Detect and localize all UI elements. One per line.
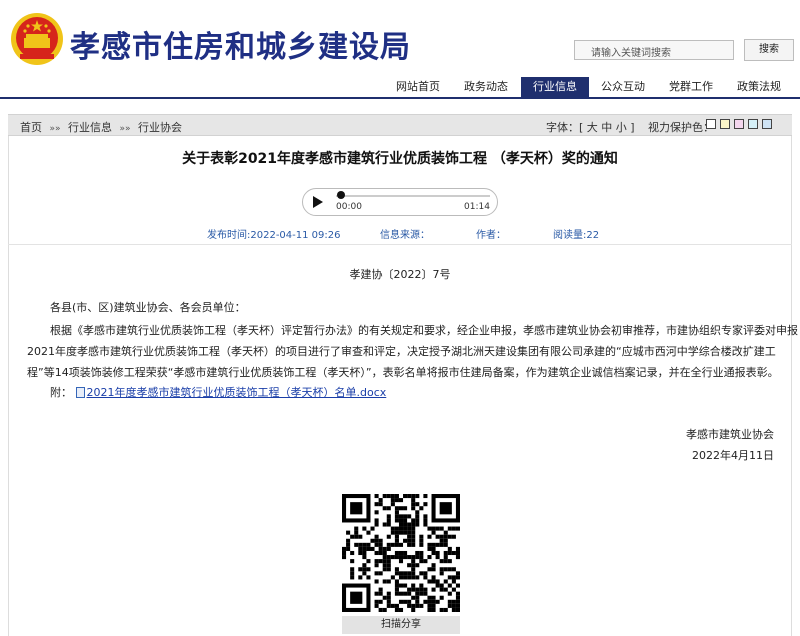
search-input[interactable]: 请输入关键词搜索 [574,40,734,60]
breadcrumb-bar: 首页 »» 行业信息 »» 行业协会 字体：[ 大 中 小 ] 视力保护色： [8,114,792,136]
vision-color-swatch[interactable] [762,119,772,129]
attachment-row: 附： 2021年度孝感市建筑行业优质装饰工程（孝天杯）名单.docx [50,384,386,400]
breadcrumb-association[interactable]: 行业协会 [138,121,182,134]
author: 作者： [476,230,506,241]
breadcrumb-separator: »» [119,124,131,134]
signature-date: 2022年4月11日 [692,449,774,462]
attachment-link[interactable]: 2021年度孝感市建筑行业优质装饰工程（孝天杯）名单.docx [87,386,387,399]
qr-code-icon [342,494,460,612]
site-title: 孝感市住房和城乡建设局 [70,30,411,65]
body-line: 2021年度孝感市建筑行业优质装饰工程（孝天杯）的项目进行了审查和评定，决定授予… [27,345,776,358]
font-size-bracket-open: [ [579,121,584,134]
nav-item-industry[interactable]: 行业信息 [521,77,589,97]
national-emblem-icon [11,13,63,65]
site-header: 孝感市住房和城乡建设局 请输入关键词搜索 搜索 [0,0,800,76]
audio-duration: 01:14 [464,202,490,212]
font-size-large[interactable]: 大 [587,121,598,134]
body-line: 程”等14项装饰装修工程荣获“孝感市建筑行业优质装饰工程（孝天杯）”，表彰名单将… [27,366,779,379]
signature-org: 孝感市建筑业协会 [686,428,774,441]
divider [8,244,792,245]
vision-color-swatch[interactable] [734,119,744,129]
info-source: 信息来源： [380,230,430,241]
vision-color-swatch[interactable] [720,119,730,129]
audio-current-time: 00:00 [336,202,362,212]
qr-share-label: 扫描分享 [342,616,460,634]
article-title: 关于表彰2021年度孝感市建筑行业优质装饰工程 （孝天杯）奖的通知 [182,151,618,167]
nav-item-home[interactable]: 网站首页 [384,77,452,97]
font-size-label: 字体： [546,121,579,134]
breadcrumb: 首页 »» 行业信息 »» 行业协会 [20,119,186,135]
body-line: 根据《孝感市建筑行业优质装饰工程（孝天杯）评定暂行办法》的有关规定和要求，经企业… [50,324,798,337]
nav-item-policy[interactable]: 政策法规 [725,77,793,97]
view-count: 阅读量:22 [553,230,600,241]
attachment-label: 附： [50,386,72,399]
document-icon [75,387,85,398]
font-size-control: 字体：[ 大 中 小 ] [546,119,635,135]
vision-color-swatch[interactable] [706,119,716,129]
main-nav: 网站首页 政务动态 行业信息 公众互动 党群工作 政策法规 [0,77,800,99]
breadcrumb-home[interactable]: 首页 [20,121,42,134]
nav-item-interaction[interactable]: 公众互动 [589,77,657,97]
nav-item-news[interactable]: 政务动态 [452,77,520,97]
nav-item-party[interactable]: 党群工作 [657,77,725,97]
font-size-small[interactable]: 小 [616,121,627,134]
font-size-bracket-close: ] [630,121,635,134]
font-size-medium[interactable]: 中 [601,121,612,134]
play-icon[interactable] [313,196,323,208]
breadcrumb-industry[interactable]: 行业信息 [68,121,112,134]
publish-time: 发布时间:2022-04-11 09:26 [207,230,341,241]
document-number: 孝建协〔2022〕7号 [349,268,451,281]
search-button[interactable]: 搜索 [744,39,794,61]
audio-progress-knob[interactable] [337,191,345,199]
breadcrumb-separator: »» [49,124,61,134]
salutation: 各县(市、区)建筑业协会、各会员单位： [50,301,246,314]
vision-protect-label: 视力保护色： [648,121,714,134]
audio-progress-track[interactable] [336,195,490,197]
vision-color-swatch[interactable] [748,119,758,129]
